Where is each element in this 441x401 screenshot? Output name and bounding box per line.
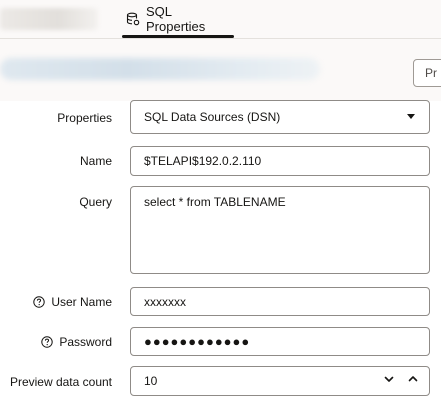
tab-previous-blurred[interactable] — [0, 8, 98, 30]
name-label: Name — [0, 153, 112, 169]
preview-count-label: Preview data count — [0, 374, 112, 390]
query-label-text: Query — [79, 195, 112, 209]
properties-label: Properties — [0, 110, 112, 126]
password-field-value: ●●●●●●●●●●●● — [144, 334, 251, 349]
name-label-text: Name — [79, 154, 112, 168]
question-circle-icon[interactable] — [41, 336, 54, 348]
database-settings-icon — [126, 12, 140, 26]
chevron-down-icon[interactable] — [381, 371, 397, 387]
query-textarea-value: select * from TABLENAME — [144, 195, 286, 209]
question-circle-icon[interactable] — [33, 296, 46, 308]
toolbar-info-blurred — [0, 58, 320, 80]
user-name-field-value: xxxxxxx — [144, 294, 186, 309]
caret-down-icon — [407, 114, 415, 119]
tab-active-indicator — [122, 35, 234, 38]
query-textarea[interactable]: select * from TABLENAME — [130, 186, 430, 274]
preview-button[interactable]: Pr — [413, 59, 441, 87]
tab-sql-properties[interactable]: SQL Properties — [122, 0, 234, 38]
stepper-buttons — [381, 371, 421, 387]
user-name-label-text: User Name — [51, 295, 112, 309]
tab-label: SQL Properties — [146, 4, 206, 34]
properties-label-text: Properties — [57, 111, 112, 125]
chevron-up-icon[interactable] — [405, 371, 421, 387]
password-label-text: Password — [59, 335, 112, 349]
name-field-value: $TELAPI$192.0.2.110 — [144, 154, 262, 168]
properties-select-value: SQL Data Sources (DSN) — [144, 110, 281, 124]
query-label: Query — [0, 194, 112, 210]
user-name-field[interactable]: xxxxxxx — [130, 287, 430, 316]
name-field[interactable]: $TELAPI$192.0.2.110 — [130, 146, 430, 176]
password-label: Password — [0, 334, 112, 350]
preview-count-stepper[interactable]: 10 — [130, 366, 430, 396]
preview-count-label-text: Preview data count — [9, 375, 112, 389]
password-field[interactable]: ●●●●●●●●●●●● — [130, 327, 430, 356]
preview-count-value: 10 — [144, 374, 158, 388]
preview-button-label: Pr — [425, 66, 437, 80]
properties-select[interactable]: SQL Data Sources (DSN) — [130, 100, 430, 134]
tab-bar: SQL Properties — [0, 0, 441, 39]
user-name-label: User Name — [0, 294, 112, 310]
